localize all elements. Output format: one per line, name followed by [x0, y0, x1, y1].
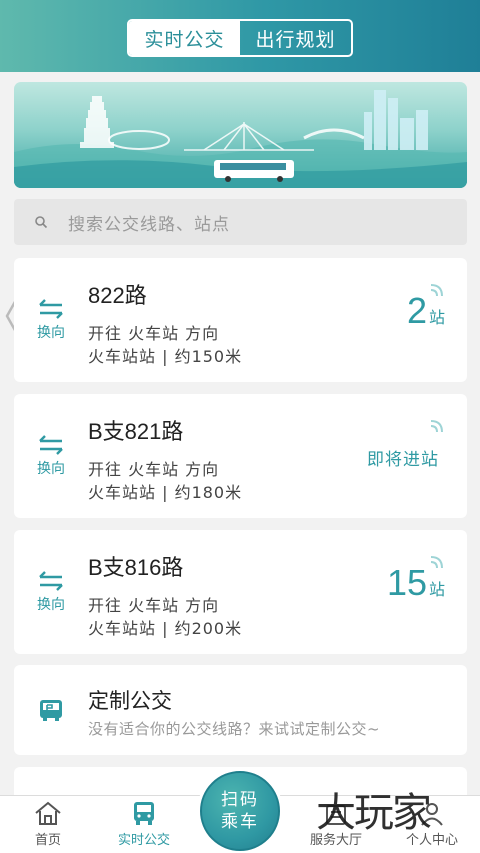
- swap-arrows-icon: [39, 299, 63, 319]
- tab-trip-planning[interactable]: 出行规划: [240, 21, 351, 55]
- arriving-soon-status: 即将进站: [367, 450, 439, 470]
- city-banner[interactable]: [14, 82, 467, 188]
- scan-to-ride-button[interactable]: 扫码 乘车: [197, 768, 283, 853]
- home-icon: [35, 801, 61, 825]
- route-card[interactable]: 换向 B支821路 开往 火车站 方向 火车站站 | 约180米 即将进站: [14, 394, 467, 518]
- custom-bus-title: 定制公交: [88, 689, 172, 713]
- realtime-signal-icon: [430, 420, 443, 433]
- swap-label: 换向: [37, 461, 65, 477]
- stops-unit: 站: [428, 580, 445, 599]
- route-direction: 开往 火车站 方向: [88, 460, 220, 479]
- scan-label-line2: 乘车: [221, 812, 259, 832]
- swap-direction-button[interactable]: 换向: [32, 570, 70, 616]
- nav-home[interactable]: 首页: [8, 800, 88, 848]
- tab-realtime-bus[interactable]: 实时公交: [129, 21, 240, 55]
- route-name: B支821路: [88, 419, 184, 444]
- nav-realtime-bus-label: 实时公交: [117, 833, 170, 848]
- stops-away-number: 2: [406, 290, 427, 331]
- nav-realtime-bus[interactable]: 实时公交: [104, 800, 184, 848]
- route-direction: 开往 火车站 方向: [88, 324, 220, 343]
- bus-icon: [134, 802, 154, 825]
- search-icon: [35, 216, 48, 229]
- route-station-distance: 火车站站 | 约150米: [88, 347, 243, 366]
- route-station-distance: 火车站站 | 约180米: [88, 483, 243, 502]
- custom-bus-subtitle: 没有适合你的公交线路？来试试定制公交~: [88, 720, 381, 738]
- swap-direction-button[interactable]: 换向: [32, 434, 70, 480]
- route-name: 822路: [88, 283, 147, 308]
- scan-label-line1: 扫码: [221, 790, 259, 810]
- nav-home-label: 首页: [34, 833, 61, 848]
- route-direction: 开往 火车站 方向: [88, 596, 220, 615]
- swap-label: 换向: [37, 325, 65, 341]
- search-placeholder: 搜索公交线路、站点: [68, 214, 230, 235]
- header-bar: 实时公交 出行规划: [0, 0, 480, 72]
- route-station-distance: 火车站站 | 约200米: [88, 619, 243, 638]
- mode-switch: 实时公交 出行规划: [127, 19, 353, 57]
- swap-arrows-icon: [39, 435, 63, 455]
- stops-away-number: 15: [386, 562, 427, 603]
- scan-to-ride-circle[interactable]: 扫码 乘车: [200, 771, 280, 851]
- stops-unit: 站: [428, 308, 445, 327]
- swap-label: 换向: [37, 597, 65, 613]
- swap-direction-button[interactable]: 换向: [32, 298, 70, 344]
- custom-bus-icon: [40, 700, 62, 721]
- arrival-eta: 15 站: [387, 562, 445, 604]
- watermark-logo: 大玩家: [316, 790, 432, 836]
- custom-bus-card[interactable]: 定制公交 没有适合你的公交线路？来试试定制公交~: [14, 665, 467, 755]
- arrival-eta: 2 站: [407, 290, 445, 332]
- route-name: B支816路: [88, 555, 184, 580]
- city-skyline-illustration: [14, 90, 467, 188]
- route-card[interactable]: 换向 822路 开往 火车站 方向 火车站站 | 约150米 2 站: [14, 258, 467, 382]
- route-card[interactable]: 换向 B支816路 开往 火车站 方向 火车站站 | 约200米 15 站: [14, 530, 467, 654]
- search-bar[interactable]: 搜索公交线路、站点: [14, 199, 467, 245]
- swap-arrows-icon: [39, 571, 63, 591]
